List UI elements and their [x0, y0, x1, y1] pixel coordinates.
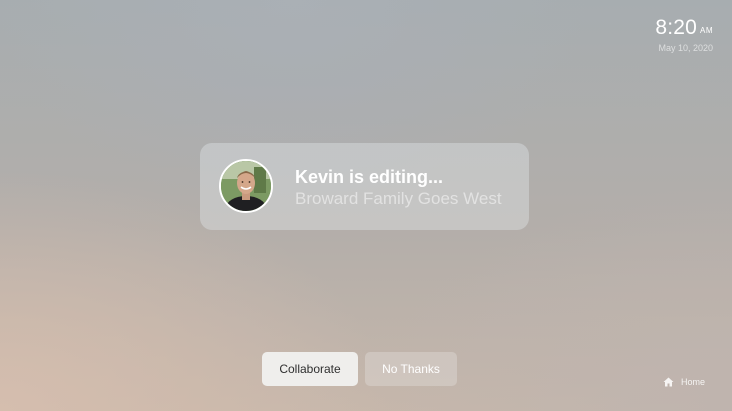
editing-notification-card: Kevin is editing... Broward Family Goes …: [200, 143, 529, 230]
clock-time-row: 8:20 AM: [655, 16, 713, 40]
clock-ampm: AM: [700, 26, 713, 35]
clock-date: May 10, 2020: [658, 43, 713, 53]
notification-text: Kevin is editing... Broward Family Goes …: [295, 167, 502, 210]
notification-subtitle: Broward Family Goes West: [295, 189, 502, 208]
home-label: Home: [680, 377, 705, 387]
no-thanks-button[interactable]: No Thanks: [365, 352, 457, 386]
avatar-portrait: [221, 161, 271, 211]
notification-title: Kevin is editing...: [295, 167, 444, 187]
home-icon: [663, 377, 674, 387]
clock-time: 8:20: [655, 16, 697, 39]
clock: 8:20 AM May 10, 2020: [655, 16, 713, 53]
avatar: [219, 159, 273, 213]
home-link[interactable]: Home: [663, 377, 705, 387]
collaborate-button[interactable]: Collaborate: [262, 352, 358, 386]
